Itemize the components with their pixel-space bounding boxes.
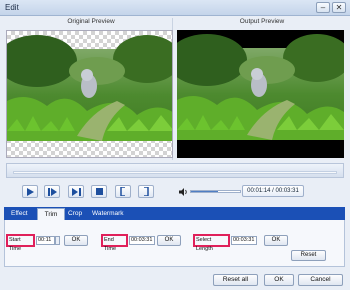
tab-effect[interactable]: Effect (11, 208, 37, 220)
window-title: Edit (5, 3, 19, 12)
mark-in-icon (120, 187, 125, 196)
stop-button[interactable] (91, 185, 107, 198)
tab-trim[interactable]: Trim (37, 208, 65, 220)
play-step-button[interactable] (44, 185, 60, 198)
mark-out-icon (144, 187, 149, 196)
play-button[interactable] (22, 185, 38, 198)
end-time-input[interactable]: 00:03:31 (129, 236, 155, 245)
output-preview-label: Output Preview (239, 18, 285, 25)
play-step-icon (47, 187, 57, 196)
volume-slider[interactable] (190, 190, 241, 193)
start-time-spinner[interactable] (55, 236, 60, 245)
original-preview (6, 30, 173, 158)
mark-out-button[interactable] (138, 185, 154, 198)
step-forward-button[interactable] (68, 185, 84, 198)
volume-level (191, 191, 218, 192)
title-bar: Edit – ✕ (0, 0, 350, 16)
mark-in-button[interactable] (115, 185, 131, 198)
tab-watermark[interactable]: Watermark (92, 208, 132, 220)
select-length-input[interactable]: 00:03:31 (231, 236, 257, 245)
original-preview-label: Original Preview (67, 18, 115, 25)
length-ok-button[interactable]: OK (264, 235, 288, 246)
tab-bar: Effect Trim Crop Watermark (4, 207, 345, 220)
start-time-label: Start Time (6, 234, 35, 252)
close-button[interactable]: ✕ (332, 2, 346, 13)
end-ok-button[interactable]: OK (157, 235, 181, 246)
minimize-button[interactable]: – (316, 2, 330, 13)
tab-crop[interactable]: Crop (68, 208, 90, 220)
end-time-label: End Time (101, 234, 128, 252)
play-icon (27, 187, 34, 196)
time-display: 00:01:14 / 00:03:31 (242, 185, 304, 197)
original-video-frame (7, 35, 172, 141)
reset-button[interactable]: Reset (291, 250, 326, 261)
timeline-track[interactable] (13, 171, 337, 174)
start-time-input[interactable]: 00:11 (36, 236, 55, 245)
output-preview (177, 30, 344, 158)
step-forward-icon (71, 187, 81, 196)
speaker-icon[interactable] (179, 188, 188, 196)
start-ok-button[interactable]: OK (64, 235, 88, 246)
select-length-label: Select Length (193, 234, 230, 252)
stop-icon (95, 188, 103, 195)
reset-all-button[interactable]: Reset all (213, 274, 258, 286)
output-video-frame (177, 34, 344, 140)
timeline-bar[interactable] (6, 163, 344, 178)
ok-button[interactable]: OK (264, 274, 294, 286)
cancel-button[interactable]: Cancel (298, 274, 343, 286)
